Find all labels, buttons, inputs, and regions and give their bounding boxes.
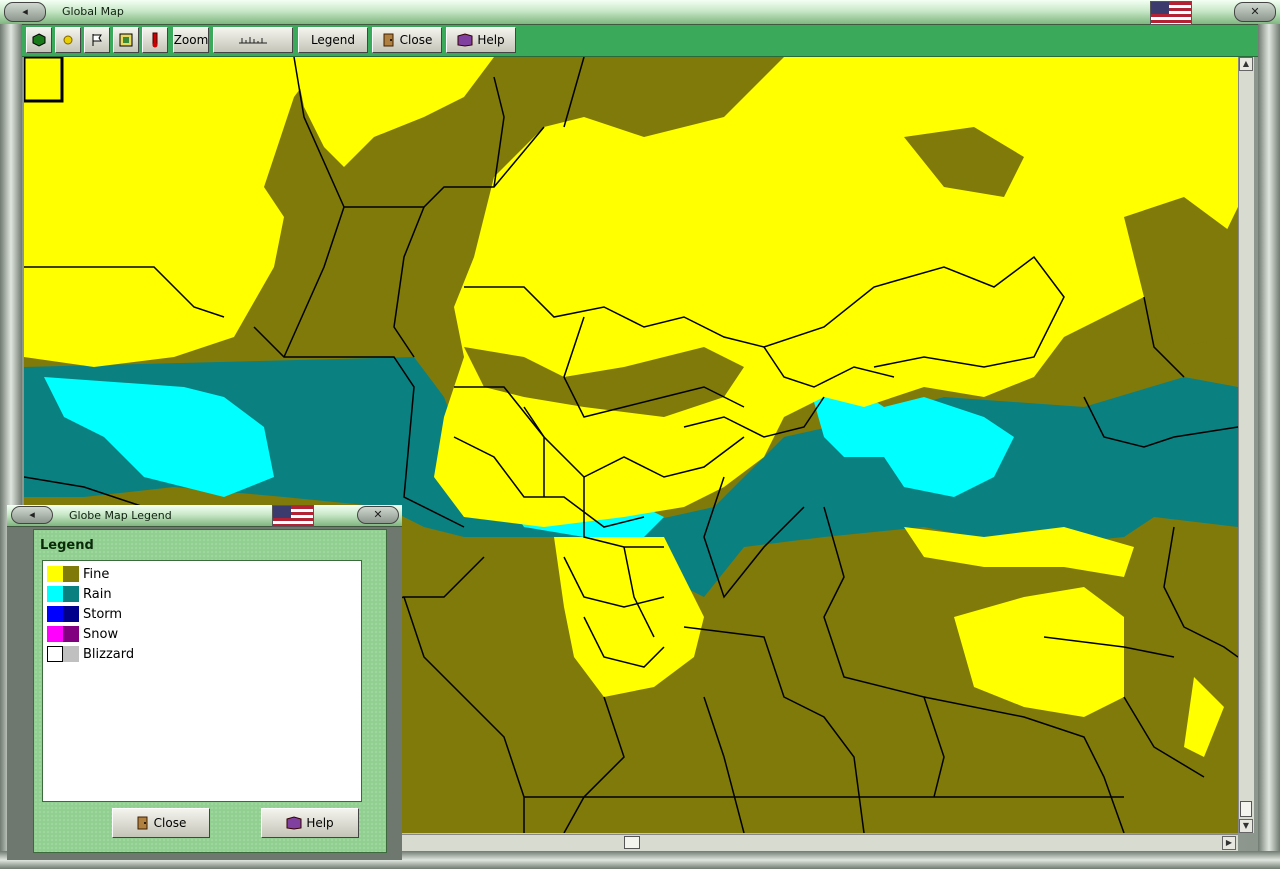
legend-item-storm: Storm <box>47 605 122 623</box>
snow-dark-swatch <box>63 626 79 642</box>
greenland-fine-region <box>294 57 494 167</box>
help-book-icon <box>457 33 473 47</box>
fine-light-swatch <box>47 566 63 582</box>
legend-item-label: Snow <box>83 626 119 642</box>
blizzard-light-swatch <box>47 646 63 662</box>
map-icon <box>119 33 133 47</box>
close-button[interactable]: Close <box>372 27 442 53</box>
rain-light-swatch <box>47 586 63 602</box>
window-title: Global Map <box>62 5 124 18</box>
fine-dark-swatch <box>63 566 79 582</box>
scroll-up-button[interactable]: ▲ <box>1239 57 1253 71</box>
radar-button[interactable] <box>213 27 293 53</box>
legend-close-button[interactable]: Close <box>112 808 210 838</box>
legend-label: Legend <box>310 33 356 47</box>
legend-heading: Legend <box>40 538 94 553</box>
right-frame-border <box>1258 24 1280 859</box>
close-door-icon <box>137 816 148 830</box>
close-window-button[interactable]: ✕ <box>1234 2 1276 22</box>
weather-button[interactable] <box>55 27 81 53</box>
close-label: Close <box>399 33 433 47</box>
legend-item-label: Fine <box>83 566 110 582</box>
scroll-right-button[interactable]: ▶ <box>1222 836 1236 850</box>
rain-dark-swatch <box>63 586 79 602</box>
storm-dark-swatch <box>63 606 79 622</box>
territory-button[interactable] <box>113 27 139 53</box>
snow-light-swatch <box>47 626 63 642</box>
help-label: Help <box>477 33 505 47</box>
thermometer-button[interactable] <box>142 27 168 53</box>
toolbar: Zoom Legend Close Help <box>22 25 1258 57</box>
help-button[interactable]: Help <box>446 27 516 53</box>
flag-button[interactable] <box>84 27 110 53</box>
legend-item-rain: Rain <box>47 585 112 603</box>
legend-title-bar[interactable]: ◂ Globe Map Legend ✕ <box>7 505 402 527</box>
legend-help-label: Help <box>306 816 334 830</box>
horizontal-scroll-thumb[interactable] <box>624 836 640 849</box>
legend-panel: Legend Fine Rain Storm Snow Blizzard Clo… <box>33 529 387 853</box>
us-flag-icon <box>1150 1 1192 25</box>
horizontal-scrollbar[interactable]: ▶ <box>402 834 1238 851</box>
legend-list: Fine Rain Storm Snow Blizzard <box>42 560 362 802</box>
flag-icon <box>92 34 102 46</box>
title-bar[interactable]: ◂ Global Map ✕ <box>0 0 1280 25</box>
zoom-label: Zoom <box>173 33 209 47</box>
scroll-down-button[interactable]: ▼ <box>1239 819 1253 833</box>
legend-item-label: Blizzard <box>83 646 135 662</box>
thermometer-icon <box>152 32 158 48</box>
help-book-icon <box>286 816 302 830</box>
legend-button[interactable]: Legend <box>298 27 368 53</box>
window-menu-button[interactable]: ◂ <box>4 2 46 22</box>
legend-item-blizzard: Blizzard <box>47 645 134 663</box>
zoom-button[interactable]: Zoom <box>173 27 209 53</box>
blizzard-dark-swatch <box>63 646 79 662</box>
north-america-fine-region <box>24 57 324 367</box>
globe-view-button[interactable] <box>26 27 52 53</box>
legend-menu-button[interactable]: ◂ <box>11 506 53 524</box>
legend-window-title: Globe Map Legend <box>69 509 172 522</box>
australia-fine-region <box>954 587 1124 717</box>
vertical-scrollbar[interactable]: ▲ ▼ <box>1238 57 1254 833</box>
legend-item-snow: Snow <box>47 625 118 643</box>
nz-fine-region <box>1184 677 1224 757</box>
us-flag-icon <box>272 505 314 527</box>
hexagon-icon <box>32 33 46 47</box>
legend-item-fine: Fine <box>47 565 109 583</box>
legend-window: ◂ Globe Map Legend ✕ Legend Fine Rain St… <box>7 505 402 860</box>
legend-item-label: Rain <box>83 586 112 602</box>
legend-help-button[interactable]: Help <box>261 808 359 838</box>
legend-close-window-button[interactable]: ✕ <box>357 506 399 524</box>
close-door-icon <box>383 33 394 47</box>
radar-icon <box>239 37 267 44</box>
sun-icon <box>63 35 73 45</box>
vertical-scroll-thumb[interactable] <box>1240 801 1252 817</box>
legend-close-label: Close <box>153 816 187 830</box>
legend-item-label: Storm <box>83 606 123 622</box>
storm-light-swatch <box>47 606 63 622</box>
